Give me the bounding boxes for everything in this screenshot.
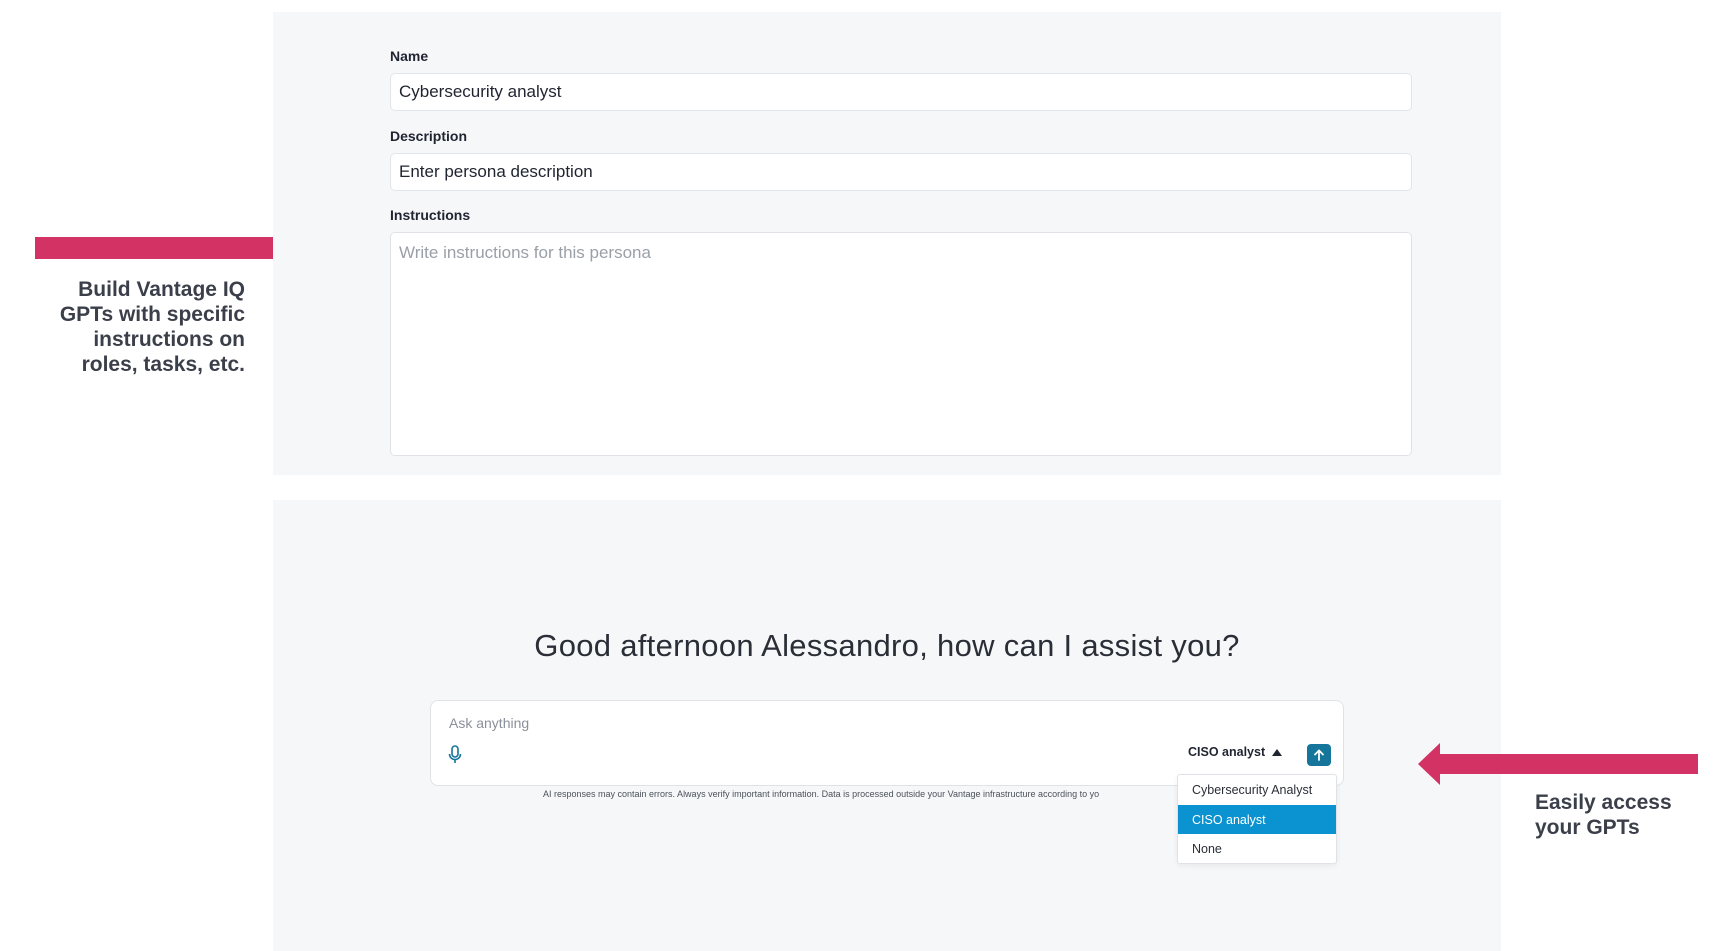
name-label: Name [390, 48, 429, 64]
callout-line: instructions on [93, 328, 245, 351]
chat-input-placeholder[interactable]: Ask anything [449, 715, 529, 731]
callout-build-gpts: Build Vantage IQ GPTs with specific inst… [30, 277, 245, 377]
callout-line: roles, tasks, etc. [81, 353, 245, 376]
description-label: Description [390, 128, 468, 144]
callout-arrow-left [1418, 743, 1698, 785]
persona-option-none[interactable]: None [1178, 834, 1336, 863]
persona-selector[interactable]: CISO analyst [1188, 745, 1283, 759]
callout-line: Build Vantage IQ [78, 278, 245, 301]
name-input[interactable]: Cybersecurity analyst [390, 73, 1412, 111]
microphone-icon[interactable] [447, 745, 463, 765]
instructions-label: Instructions [390, 207, 471, 223]
persona-option-ciso-analyst[interactable]: CISO analyst [1178, 805, 1336, 834]
persona-selector-label: CISO analyst [1188, 745, 1266, 759]
ai-disclaimer: AI responses may contain errors. Always … [543, 789, 1100, 799]
persona-dropdown[interactable]: Cybersecurity Analyst CISO analyst None [1177, 774, 1337, 864]
persona-option-cybersecurity-analyst[interactable]: Cybersecurity Analyst [1178, 775, 1336, 804]
callout-line: GPTs with specific [59, 303, 245, 326]
caret-up-icon [1272, 748, 1283, 756]
arrow-up-icon [1314, 749, 1324, 761]
callout-line: Easily access [1535, 791, 1672, 814]
callout-access-gpts: Easily access your GPTs [1535, 790, 1705, 840]
instructions-textarea[interactable]: Write instructions for this persona [390, 232, 1412, 456]
send-button[interactable] [1307, 744, 1331, 766]
description-input[interactable]: Enter persona description [390, 153, 1412, 191]
callout-line: your GPTs [1535, 816, 1640, 839]
greeting-heading: Good afternoon Alessandro, how can I ass… [534, 628, 1240, 663]
